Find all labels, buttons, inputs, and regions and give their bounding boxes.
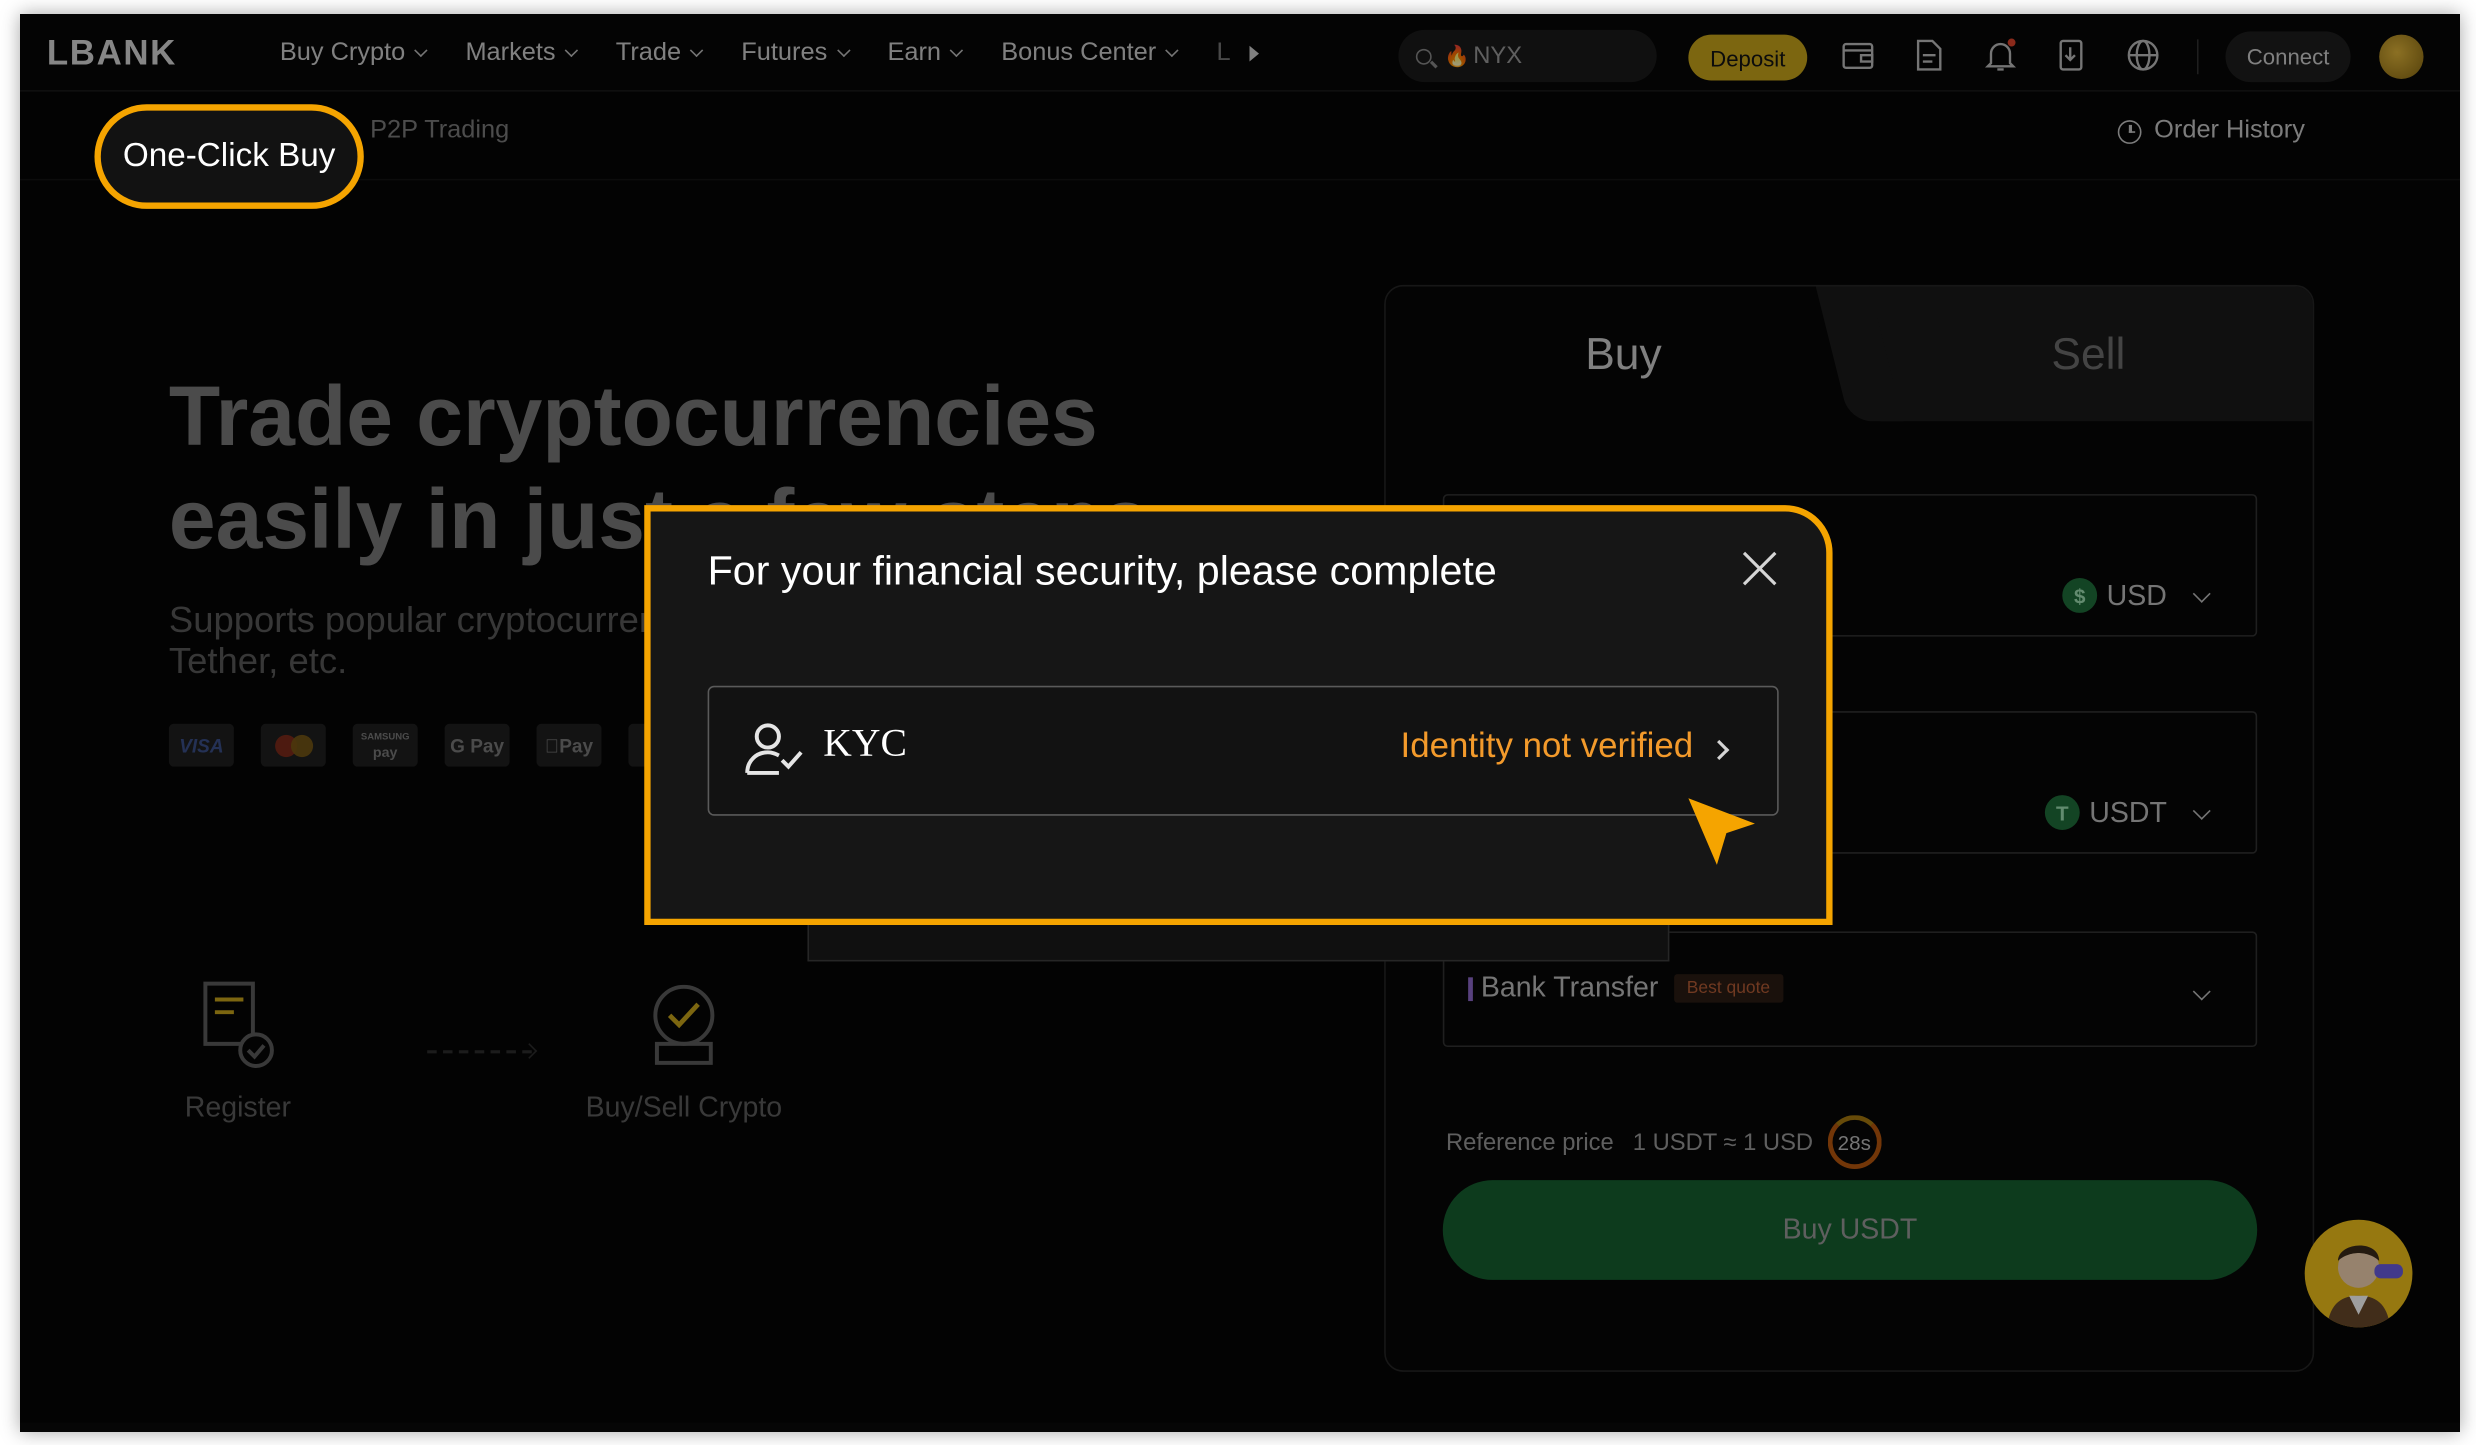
browser-viewport: LBANK Buy Crypto Markets Trade Futures E… bbox=[20, 14, 2460, 1432]
tab-one-click-buy[interactable]: One-Click Buy bbox=[94, 104, 364, 209]
close-icon[interactable] bbox=[1741, 550, 1779, 588]
kyc-modal: For your financial security, please comp… bbox=[644, 505, 1833, 926]
pointer-cursor-icon bbox=[1688, 798, 1755, 865]
user-verify-icon bbox=[745, 723, 803, 775]
kyc-status: Identity not verified bbox=[1400, 725, 1694, 766]
chevron-right-icon bbox=[1709, 739, 1730, 761]
page-background: LBANK Buy Crypto Markets Trade Futures E… bbox=[0, 0, 2476, 1445]
kyc-item-button[interactable]: KYC Identity not verified bbox=[707, 685, 1779, 816]
lbank-one-click-buy-page: LBANK Buy Crypto Markets Trade Futures E… bbox=[20, 14, 2460, 1423]
modal-title: For your financial security, please comp… bbox=[707, 546, 1497, 594]
kyc-label: KYC bbox=[823, 722, 907, 766]
